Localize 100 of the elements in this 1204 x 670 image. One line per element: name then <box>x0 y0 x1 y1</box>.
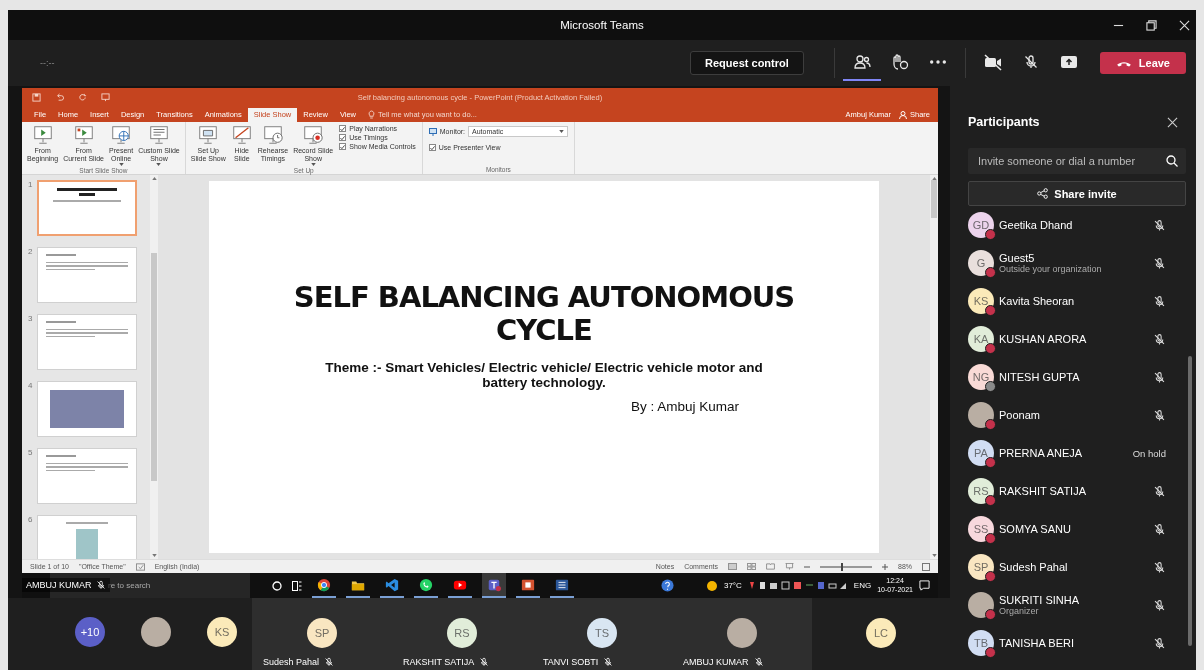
hold-status: On hold <box>1132 447 1166 459</box>
document-app-icon <box>555 577 569 592</box>
avatar-photo <box>141 617 171 647</box>
chat-icon <box>419 577 433 592</box>
slideshow-view-icon[interactable] <box>785 563 794 570</box>
slide-thumbnail[interactable] <box>37 515 137 559</box>
participant-name: RAKSHIT SATIJA <box>403 657 475 667</box>
avatar-initials: KS <box>968 288 994 314</box>
more-participants-count: +10 <box>75 617 105 647</box>
checkbox[interactable] <box>339 134 347 141</box>
panel-title: Participants <box>968 115 1040 129</box>
zoom-in-icon[interactable] <box>882 563 888 570</box>
participant-name: AMBUJ KUMAR <box>683 657 749 667</box>
avatar-initials: KS <box>207 617 237 647</box>
avatar-initials: SP <box>968 554 994 580</box>
weather-sun-icon <box>705 579 718 592</box>
hand-icon <box>890 53 909 71</box>
camera-off-icon <box>983 53 1002 71</box>
more-icon <box>929 60 946 64</box>
share-invite-button[interactable]: Share invite <box>968 181 1186 206</box>
scrollbar[interactable] <box>930 175 938 559</box>
invite-search-field[interactable]: Invite someone or dial a number <box>968 148 1186 174</box>
participant-role: Outside your organization <box>999 264 1103 274</box>
scrollbar[interactable] <box>1188 356 1192 646</box>
scrollbar[interactable] <box>150 175 158 559</box>
meeting-timer: --:-- <box>40 58 55 68</box>
checkmark-icon <box>429 144 435 151</box>
slide-sorter-icon[interactable] <box>747 563 756 570</box>
scroll-up-icon <box>151 177 157 180</box>
participant-name: TANVI SOBTI <box>543 657 599 667</box>
participant-name: SUKRITI SINHA <box>999 594 1081 606</box>
slide-number: 6 <box>28 515 34 526</box>
zoom-slider[interactable] <box>820 565 872 568</box>
leave-button[interactable]: Leave <box>1099 52 1186 74</box>
checkbox[interactable] <box>339 143 347 150</box>
slide-thumbnail[interactable] <box>37 448 137 504</box>
participant-name: PRERNA ANEJA <box>999 447 1084 459</box>
input-language[interactable]: ENG <box>853 581 872 590</box>
people-icon <box>852 53 871 71</box>
participant-name: Poonam <box>999 409 1041 421</box>
request-control-button[interactable]: Request control <box>690 51 804 75</box>
person-icon <box>899 110 907 119</box>
browser-icon <box>317 577 331 592</box>
task-view-icon[interactable] <box>292 580 302 591</box>
avatar-initials: LC <box>866 618 896 648</box>
slide-title: SELF BALANCING AUTONOMOUS CYCLE <box>292 281 796 348</box>
presentation-icon[interactable] <box>101 92 110 102</box>
close-icon[interactable] <box>1167 116 1178 128</box>
avatar-photo <box>968 592 994 618</box>
slide-number: 3 <box>28 314 34 325</box>
slide-subtitle: Theme :- Smart Vehicles/ Electric vehicle/ Electric vehicle motor and battery technology. <box>324 359 764 391</box>
slide-author: By : Ambuj Kumar <box>630 398 739 414</box>
scroll-down-icon <box>151 554 157 557</box>
avatar-photo <box>968 402 994 428</box>
window-title: Microsoft Teams <box>560 19 644 31</box>
participant-name: KUSHAN ARORA <box>999 333 1088 345</box>
avatar-photo <box>727 618 757 648</box>
monitor-icon <box>428 127 437 136</box>
checkbox[interactable] <box>428 144 436 151</box>
checkbox[interactable] <box>339 125 347 132</box>
avatar-initials: PA <box>968 440 994 466</box>
participant-name: RAKSHIT SATIJA <box>999 485 1087 497</box>
meeting-app-icon <box>487 577 501 592</box>
help-icon[interactable] <box>660 579 674 592</box>
participant-name: Sudesh Pahal <box>999 561 1069 573</box>
search-icon[interactable] <box>1166 155 1178 167</box>
participant-name: TANISHA BERI <box>999 637 1075 649</box>
participant-name: SOMYA SANU <box>999 523 1072 535</box>
slide-thumbnail[interactable] <box>37 314 137 370</box>
avatar-initials: SS <box>968 516 994 542</box>
share-icon <box>1037 188 1049 199</box>
redo-icon[interactable] <box>78 92 87 102</box>
restore-icon[interactable] <box>1146 19 1157 31</box>
avatar-initials: TS <box>587 618 617 648</box>
participant-name: Geetika Dhand <box>999 219 1074 231</box>
participant-name: Guest5 <box>999 252 1036 264</box>
participant-name: Kavita Sheoran <box>999 295 1076 307</box>
avatar-initials: KA <box>968 326 994 352</box>
participant-name: Sudesh Pahal <box>263 657 320 667</box>
avatar-initials: NG <box>968 364 994 390</box>
slide-number: 1 <box>28 180 34 191</box>
caret-icon <box>559 130 565 133</box>
fit-slide-icon[interactable] <box>922 562 930 571</box>
undo-icon[interactable] <box>55 92 64 102</box>
slide-thumbnail[interactable] <box>37 247 137 303</box>
temperature: 37°C <box>723 581 742 590</box>
close-icon[interactable] <box>1179 19 1190 31</box>
slide-thumbnail[interactable] <box>37 180 137 236</box>
save-icon[interactable] <box>32 92 41 102</box>
avatar-initials: TB <box>968 630 994 656</box>
avatar-initials: RS <box>447 618 477 648</box>
slide-number: 5 <box>28 448 34 459</box>
notification-icon[interactable] <box>919 580 930 591</box>
taskbar-app[interactable] <box>482 573 506 598</box>
avatar-initials: SP <box>307 618 337 648</box>
presentation-app-icon <box>521 577 535 592</box>
tray-icons-drawing[interactable] <box>747 580 848 591</box>
spellcheck-icon[interactable] <box>135 562 145 571</box>
scroll-down-icon <box>931 554 937 557</box>
slide-thumbnail[interactable] <box>37 381 137 437</box>
